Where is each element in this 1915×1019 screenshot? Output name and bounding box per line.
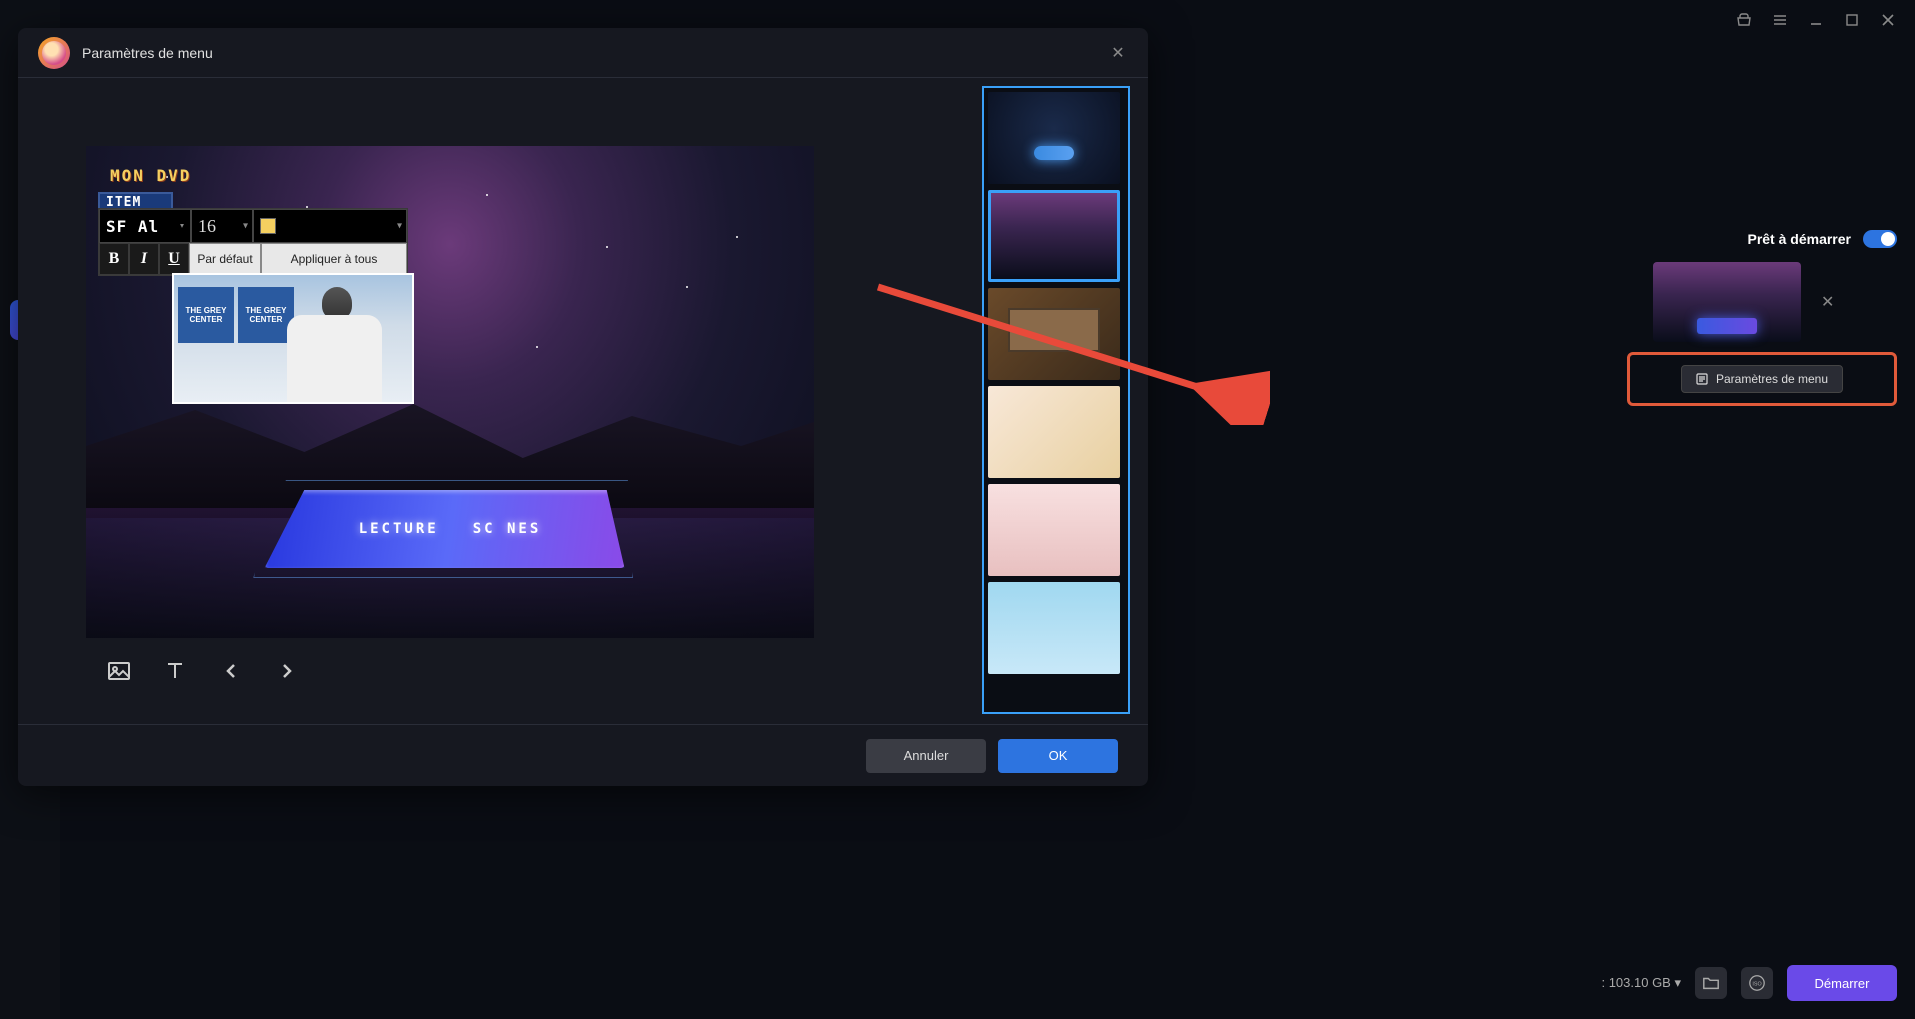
menu-scenes-button[interactable]: SC NES: [473, 521, 542, 537]
font-family-select[interactable]: SF Al: [99, 209, 191, 243]
storage-info[interactable]: : 103.10 GB ▾: [1601, 975, 1681, 991]
font-color-select[interactable]: [253, 209, 407, 243]
folder-output-icon[interactable]: [1695, 967, 1727, 999]
app-avatar-icon: [38, 37, 70, 69]
menu-nav-bar: LECTURE SC NES: [270, 490, 630, 568]
preview-area: MON DVD ITEM SF Al 16 B I U Par défaut A…: [86, 86, 922, 724]
ready-label: Prêt à démarrer: [1747, 231, 1851, 247]
bottom-bar: : 103.10 GB ▾ ISO Démarrer: [1601, 965, 1897, 1001]
template-flowers[interactable]: [988, 386, 1120, 478]
menu-settings-label: Paramètres de menu: [1716, 372, 1828, 386]
ready-toggle-row: Prêt à démarrer: [1627, 230, 1897, 248]
video-clip-thumbnail[interactable]: THE GREYCENTER THE GREYCENTER: [172, 273, 414, 404]
template-neon[interactable]: [988, 92, 1120, 184]
menu-icon[interactable]: [1771, 11, 1789, 29]
prev-page-icon[interactable]: [218, 658, 244, 684]
font-size-select[interactable]: 16: [191, 209, 253, 243]
image-tool-icon[interactable]: [106, 658, 132, 684]
start-button[interactable]: Démarrer: [1787, 965, 1897, 1001]
underline-button[interactable]: U: [159, 243, 189, 275]
template-galaxy[interactable]: [988, 190, 1120, 282]
minimize-icon[interactable]: [1807, 11, 1825, 29]
modal-footer: Annuler OK: [18, 724, 1148, 786]
template-wedding[interactable]: [988, 484, 1120, 576]
selected-template-thumb[interactable]: [1653, 262, 1801, 342]
clip-person: [287, 287, 382, 402]
template-list[interactable]: [982, 86, 1130, 714]
menu-settings-icon: [1696, 373, 1708, 385]
iso-output-icon[interactable]: ISO: [1741, 967, 1773, 999]
svg-text:ISO: ISO: [1752, 982, 1761, 988]
dvd-title-text[interactable]: MON DVD: [110, 166, 191, 185]
ok-button[interactable]: OK: [998, 739, 1118, 773]
color-swatch-icon: [260, 218, 276, 234]
text-format-toolbar: SF Al 16 B I U Par défaut Appliquer à to…: [98, 208, 408, 276]
next-page-icon[interactable]: [274, 658, 300, 684]
preview-toolbar: [86, 658, 922, 684]
clip-sign-2: THE GREYCENTER: [238, 287, 294, 343]
apply-all-button[interactable]: Appliquer à tous: [261, 243, 407, 275]
annotation-highlight-box: Paramètres de menu: [1627, 352, 1897, 406]
selected-template-row: ✕: [1627, 262, 1897, 342]
modal-close-icon[interactable]: ✕: [1108, 43, 1128, 63]
clip-sign-1: THE GREYCENTER: [178, 287, 234, 343]
cancel-button[interactable]: Annuler: [866, 739, 986, 773]
template-ocean[interactable]: [988, 582, 1120, 674]
window-titlebar: [1735, 0, 1915, 40]
maximize-icon[interactable]: [1843, 11, 1861, 29]
remove-template-icon[interactable]: ✕: [1821, 292, 1834, 312]
template-filmstrip[interactable]: [988, 288, 1120, 380]
right-panel: Prêt à démarrer ✕ Paramètres de menu: [1627, 230, 1897, 406]
menu-settings-button[interactable]: Paramètres de menu: [1681, 365, 1843, 393]
menu-preview-canvas[interactable]: MON DVD ITEM SF Al 16 B I U Par défaut A…: [86, 146, 814, 638]
menu-lecture-button[interactable]: LECTURE: [359, 521, 439, 537]
bold-button[interactable]: B: [99, 243, 129, 275]
close-icon[interactable]: [1879, 11, 1897, 29]
shop-icon[interactable]: [1735, 11, 1753, 29]
modal-header: Paramètres de menu ✕: [18, 28, 1148, 78]
default-button[interactable]: Par défaut: [189, 243, 261, 275]
italic-button[interactable]: I: [129, 243, 159, 275]
modal-body: MON DVD ITEM SF Al 16 B I U Par défaut A…: [18, 78, 1148, 724]
ready-toggle[interactable]: [1863, 230, 1897, 248]
menu-settings-modal: Paramètres de menu ✕ MON DVD ITEM SF Al …: [18, 28, 1148, 786]
text-tool-icon[interactable]: [162, 658, 188, 684]
modal-title: Paramètres de menu: [82, 45, 1096, 61]
